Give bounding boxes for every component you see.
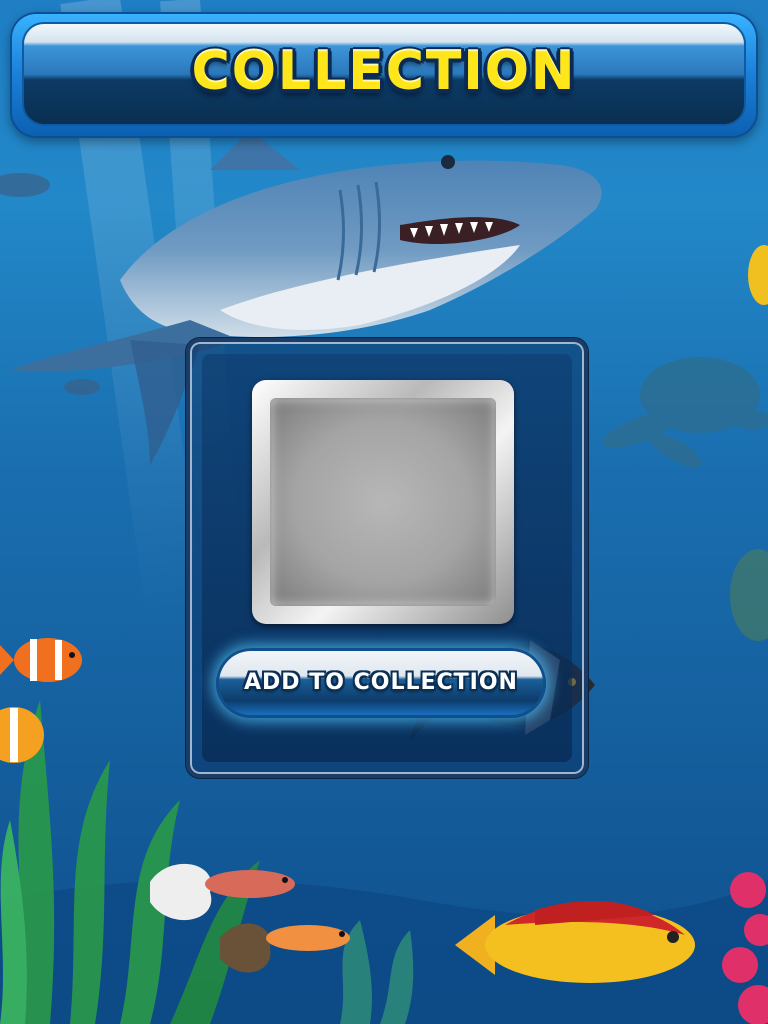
empty-slot-face bbox=[270, 398, 496, 606]
wrasse-fish-icon bbox=[455, 900, 695, 983]
guppy-icon bbox=[220, 923, 350, 973]
collection-item-slot[interactable] bbox=[252, 380, 514, 624]
add-to-collection-label: ADD TO COLLECTION bbox=[244, 670, 518, 695]
page-title: COLLECTION bbox=[191, 42, 577, 102]
header-bar: COLLECTION bbox=[24, 24, 744, 124]
clownfish-icon bbox=[0, 707, 44, 763]
clownfish-icon bbox=[0, 638, 82, 682]
yellow-fish-icon bbox=[748, 245, 768, 305]
game-screen: COLLECTION ADD TO COLLECTION bbox=[0, 0, 768, 1024]
add-to-collection-button[interactable]: ADD TO COLLECTION bbox=[216, 648, 546, 718]
